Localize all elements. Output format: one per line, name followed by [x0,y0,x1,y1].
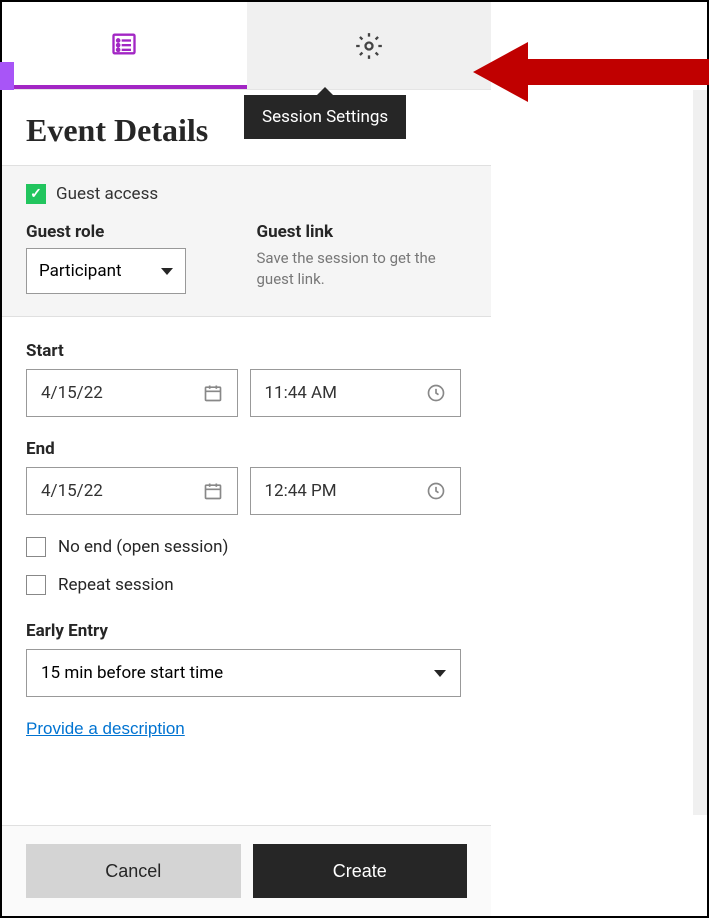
guest-role-label: Guest role [26,222,237,242]
side-tab-handle[interactable] [0,62,14,90]
guest-link-label: Guest link [257,222,468,242]
end-date-input[interactable]: 4/15/22 [26,467,238,515]
no-end-label: No end (open session) [58,537,228,557]
content-scroll: Guest access Guest role Participant Gues… [2,165,491,825]
no-end-checkbox[interactable] [26,537,46,557]
end-time-value: 12:44 PM [265,481,337,501]
list-icon [110,30,138,58]
scrollbar-track[interactable] [693,90,707,815]
tooltip-session-settings: Session Settings [244,95,406,139]
cancel-button[interactable]: Cancel [26,844,241,898]
calendar-icon [203,383,223,403]
chevron-down-icon [434,670,446,677]
start-date-input[interactable]: 4/15/22 [26,369,238,417]
chevron-down-icon [161,268,173,275]
create-button[interactable]: Create [253,844,468,898]
footer-actions: Cancel Create [2,825,491,916]
calendar-icon [203,481,223,501]
tab-event-details[interactable] [2,2,247,89]
early-entry-label: Early Entry [26,621,461,641]
start-label: Start [26,341,461,361]
start-time-value: 11:44 AM [265,383,337,403]
tab-bar [2,2,491,90]
guest-access-label: Guest access [56,184,158,204]
guest-access-section: Guest access Guest role Participant Gues… [2,165,491,317]
start-time-input[interactable]: 11:44 AM [250,369,462,417]
end-time-input[interactable]: 12:44 PM [250,467,462,515]
clock-icon [426,383,446,403]
guest-access-checkbox[interactable] [26,184,46,204]
clock-icon [426,481,446,501]
guest-role-value: Participant [39,261,122,281]
end-label: End [26,439,461,459]
provide-description-link[interactable]: Provide a description [26,719,185,739]
early-entry-value: 15 min before start time [41,663,223,683]
start-date-value: 4/15/22 [41,383,103,403]
guest-role-select[interactable]: Participant [26,248,186,294]
end-date-value: 4/15/22 [41,481,103,501]
guest-link-hint: Save the session to get the guest link. [257,248,468,290]
pointer-arrow-annotation [473,37,709,107]
repeat-session-checkbox[interactable] [26,575,46,595]
early-entry-select[interactable]: 15 min before start time [26,649,461,697]
repeat-session-label: Repeat session [58,575,174,595]
tab-session-settings[interactable] [247,2,492,89]
gear-icon [355,32,383,60]
